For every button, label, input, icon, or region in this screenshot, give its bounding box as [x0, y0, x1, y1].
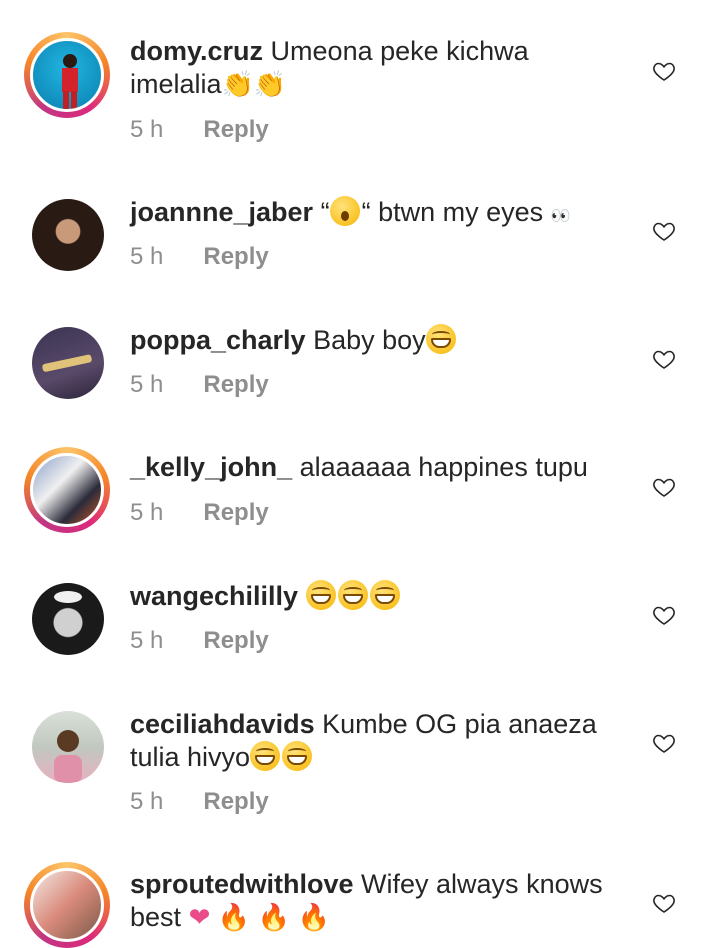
avatar[interactable] — [32, 583, 104, 655]
avatar[interactable] — [24, 447, 110, 533]
avatar-image — [30, 38, 104, 112]
reply-button[interactable]: Reply — [203, 499, 268, 527]
grinning-squinting-icon — [337, 580, 368, 610]
comment-meta: 5 h Reply — [130, 116, 269, 144]
like-heart-icon[interactable] — [652, 475, 676, 499]
comment-text: Baby boy — [313, 325, 426, 355]
grinning-squinting-icon — [250, 741, 281, 771]
hushed-face-icon — [329, 196, 360, 226]
avatar[interactable] — [32, 327, 104, 399]
comment-username[interactable]: sproutedwithlove — [130, 869, 354, 899]
reply-button[interactable]: Reply — [203, 788, 268, 816]
avatar-image — [32, 711, 104, 783]
comment-username[interactable]: poppa_charly — [130, 325, 306, 355]
avatar-image — [32, 199, 104, 271]
comment-time: 5 h — [130, 499, 164, 526]
comment-time: 5 h — [130, 788, 164, 815]
comment-time: 5 h — [130, 243, 164, 270]
grinning-squinting-icon — [425, 324, 456, 354]
comment-text: alaaaaaa happines tupu — [299, 452, 588, 482]
clapping-hands-icon: 👏 — [221, 69, 254, 99]
avatar[interactable] — [24, 32, 110, 118]
avatar[interactable] — [32, 199, 104, 271]
comment-username[interactable]: joannne_jaber — [130, 197, 313, 227]
comment-username[interactable]: _kelly_john_ — [130, 452, 292, 482]
like-heart-icon[interactable] — [652, 731, 676, 755]
like-heart-icon[interactable] — [652, 347, 676, 371]
eyes-icon: 👀 — [550, 208, 571, 225]
reply-button[interactable]: Reply — [203, 371, 268, 399]
pink-heart-icon: ❤ — [188, 902, 211, 932]
like-heart-icon[interactable] — [652, 891, 676, 915]
grinning-squinting-icon — [305, 580, 336, 610]
fire-icon: 🔥 — [297, 902, 331, 932]
avatar-image — [30, 868, 104, 942]
like-heart-icon[interactable] — [652, 603, 676, 627]
like-heart-icon[interactable] — [652, 59, 676, 83]
clapping-hands-icon: 👏 — [253, 69, 287, 99]
like-heart-icon[interactable] — [652, 219, 676, 243]
avatar[interactable] — [24, 862, 110, 948]
avatar-image — [32, 583, 104, 655]
avatar-image — [32, 327, 104, 399]
comment-time: 5 h — [130, 116, 164, 143]
comment-username[interactable]: domy.cruz — [130, 36, 263, 66]
comment-username[interactable]: wangechililly — [130, 581, 298, 611]
comment-meta: 5 h Reply — [130, 499, 269, 527]
reply-button[interactable]: Reply — [203, 243, 268, 271]
reply-button[interactable]: Reply — [203, 627, 268, 655]
comment-text: “ btwn my eyes — [361, 197, 544, 227]
comment-username[interactable]: ceciliahdavids — [130, 709, 315, 739]
fire-icon: 🔥 — [217, 902, 251, 932]
fire-icon: 🔥 — [257, 902, 291, 932]
comment-text-open: “ — [320, 197, 330, 227]
comment-meta: 5 h Reply — [130, 788, 269, 816]
avatar[interactable] — [32, 711, 104, 783]
comment-meta: 5 h Reply — [130, 371, 269, 399]
comment-meta: 5 h Reply — [130, 627, 269, 655]
grinning-squinting-icon — [369, 580, 400, 610]
grinning-squinting-icon — [282, 741, 313, 771]
reply-button[interactable]: Reply — [203, 116, 268, 144]
comment-time: 5 h — [130, 371, 164, 398]
avatar-image — [30, 453, 104, 527]
comment-meta: 5 h Reply — [130, 243, 269, 271]
comment-time: 5 h — [130, 627, 164, 654]
